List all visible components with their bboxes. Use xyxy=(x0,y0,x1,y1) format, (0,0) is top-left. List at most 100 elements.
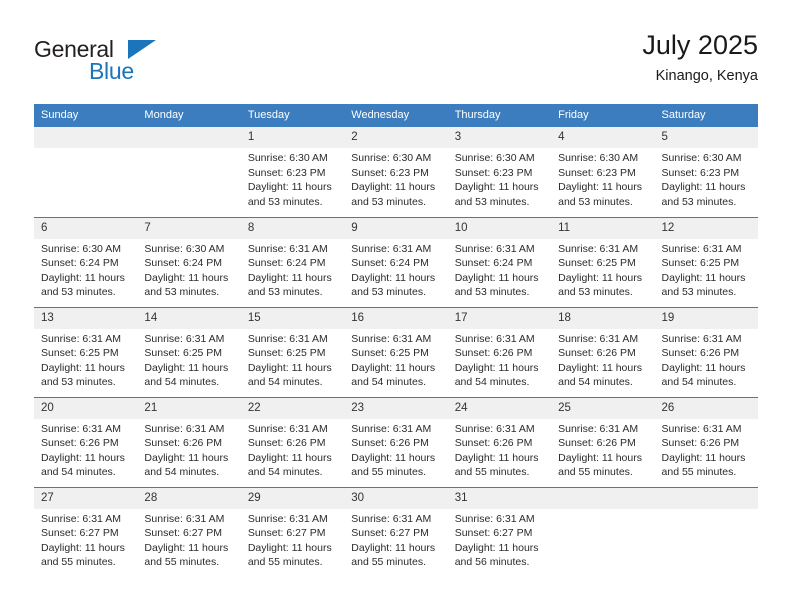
calendar-day-cell[interactable]: 7 Sunrise: 6:30 AM Sunset: 6:24 PM Daylight… xyxy=(137,216,241,307)
calendar-day-cell[interactable]: 16 Sunrise: 6:31 AM Sunset: 6:25 PM Dayligh… xyxy=(344,306,448,397)
day-details: Sunrise: 6:30 AM Sunset: 6:23 PM Daylight:… xyxy=(344,148,447,209)
calendar-day-cell[interactable]: 25 Sunrise: 6:31 AM Sunset: 6:26 PM Dayligh… xyxy=(551,396,655,487)
sunrise-text: Sunrise: 6:31 AM xyxy=(454,332,535,345)
daylight-text: Daylight: 11 hours and 54 minutes. xyxy=(558,361,642,389)
day-number: 18 xyxy=(551,307,655,329)
daylight-text: Daylight: 11 hours and 53 minutes. xyxy=(351,271,436,299)
calendar-body: 1 Sunrise: 6:30 AM Sunset: 6:23 PM Daylight… xyxy=(34,127,758,577)
day-details: Sunrise: 6:31 AM Sunset: 6:25 PM Daylight:… xyxy=(551,239,654,300)
calendar-day-cell[interactable]: 30 Sunrise: 6:31 AM Sunset: 6:27 PM Dayligh… xyxy=(344,486,448,577)
day-number: 28 xyxy=(137,487,241,509)
sunrise-text: Sunrise: 6:31 AM xyxy=(144,422,225,435)
day-number: 11 xyxy=(551,217,655,239)
day-details: Sunrise: 6:31 AM Sunset: 6:24 PM Daylight:… xyxy=(344,239,447,300)
calendar-day-cell[interactable]: 26 Sunrise: 6:31 AM Sunset: 6:26 PM Dayligh… xyxy=(654,396,758,487)
title-block: July 2025 Kinango, Kenya xyxy=(642,28,758,86)
day-number: 5 xyxy=(654,127,758,148)
calendar-week-row: 1 Sunrise: 6:30 AM Sunset: 6:23 PM Daylight… xyxy=(34,127,758,217)
sunrise-text: Sunrise: 6:31 AM xyxy=(351,422,432,435)
calendar-day-cell[interactable]: 13 Sunrise: 6:31 AM Sunset: 6:25 PM Dayligh… xyxy=(34,306,138,397)
day-number: 29 xyxy=(240,487,345,509)
sunrise-text: Sunrise: 6:31 AM xyxy=(454,242,535,255)
calendar-day-cell[interactable]: 18 Sunrise: 6:31 AM Sunset: 6:26 PM Dayligh… xyxy=(551,306,655,397)
daylight-text: Daylight: 11 hours and 54 minutes. xyxy=(247,451,332,479)
sunset-text: Sunset: 6:25 PM xyxy=(144,347,223,359)
calendar-day-cell[interactable]: 6 Sunrise: 6:30 AM Sunset: 6:24 PM Daylight… xyxy=(34,216,138,307)
calendar-day-cell[interactable]: 1 Sunrise: 6:30 AM Sunset: 6:23 PM Daylight… xyxy=(240,127,345,217)
calendar-day-cell[interactable]: 9 Sunrise: 6:31 AM Sunset: 6:24 PM Daylight… xyxy=(344,216,448,307)
calendar-day-cell[interactable]: 19 Sunrise: 6:31 AM Sunset: 6:26 PM Dayligh… xyxy=(654,306,758,397)
calendar-day-cell[interactable]: 3 Sunrise: 6:30 AM Sunset: 6:23 PM Daylight… xyxy=(447,127,552,217)
calendar-day-cell[interactable]: 24 Sunrise: 6:31 AM Sunset: 6:26 PM Dayligh… xyxy=(447,396,552,487)
sunset-text: Sunset: 6:27 PM xyxy=(41,527,119,539)
calendar-cell-empty xyxy=(137,127,241,217)
sunset-text: Sunset: 6:25 PM xyxy=(558,257,636,269)
calendar-day-cell[interactable]: 8 Sunrise: 6:31 AM Sunset: 6:24 PM Daylight… xyxy=(240,216,345,307)
sunrise-text: Sunrise: 6:31 AM xyxy=(351,332,432,345)
daylight-text: Daylight: 11 hours and 53 minutes. xyxy=(558,181,642,208)
sunrise-text: Sunrise: 6:31 AM xyxy=(144,332,225,345)
sunrise-text: Sunrise: 6:31 AM xyxy=(454,422,535,435)
calendar-day-cell[interactable]: 17 Sunrise: 6:31 AM Sunset: 6:26 PM Dayligh… xyxy=(447,306,552,397)
calendar-day-cell[interactable]: 10 Sunrise: 6:31 AM Sunset: 6:24 PM Dayligh… xyxy=(447,216,552,307)
calendar-day-cell[interactable]: 31 Sunrise: 6:31 AM Sunset: 6:27 PM Dayligh… xyxy=(447,486,552,577)
day-number: 6 xyxy=(34,217,138,239)
calendar-day-cell[interactable]: 20 Sunrise: 6:31 AM Sunset: 6:26 PM Dayligh… xyxy=(34,396,138,487)
calendar-day-cell[interactable]: 28 Sunrise: 6:31 AM Sunset: 6:27 PM Dayligh… xyxy=(137,486,241,577)
day-number: 10 xyxy=(447,217,552,239)
sunrise-text: Sunrise: 6:31 AM xyxy=(41,422,121,435)
weekday-header-monday: Monday xyxy=(137,104,241,127)
day-number: 20 xyxy=(34,397,138,419)
sunset-text: Sunset: 6:25 PM xyxy=(661,257,740,269)
daylight-text: Daylight: 11 hours and 54 minutes. xyxy=(144,361,229,389)
sunset-text: Sunset: 6:24 PM xyxy=(454,257,533,269)
sunset-text: Sunset: 6:23 PM xyxy=(351,166,429,179)
sunrise-text: Sunrise: 6:31 AM xyxy=(41,512,121,525)
calendar-day-cell[interactable]: 4 Sunrise: 6:30 AM Sunset: 6:23 PM Daylight… xyxy=(551,127,655,217)
daylight-text: Daylight: 11 hours and 53 minutes. xyxy=(454,271,539,299)
sunset-text: Sunset: 6:24 PM xyxy=(41,257,119,269)
calendar-day-cell[interactable]: 2 Sunrise: 6:30 AM Sunset: 6:23 PM Daylight… xyxy=(344,127,448,217)
calendar-day-cell[interactable]: 27 Sunrise: 6:31 AM Sunset: 6:27 PM Dayligh… xyxy=(34,486,138,577)
daylight-text: Daylight: 11 hours and 54 minutes. xyxy=(351,361,436,389)
calendar-day-cell[interactable]: 14 Sunrise: 6:31 AM Sunset: 6:25 PM Dayligh… xyxy=(137,306,241,397)
daylight-text: Daylight: 11 hours and 53 minutes. xyxy=(558,271,642,299)
day-number: 13 xyxy=(34,307,138,329)
sunrise-text: Sunrise: 6:31 AM xyxy=(558,422,639,435)
day-details: Sunrise: 6:30 AM Sunset: 6:23 PM Daylight:… xyxy=(241,148,344,209)
day-number: 25 xyxy=(551,397,655,419)
calendar-day-cell[interactable]: 12 Sunrise: 6:31 AM Sunset: 6:25 PM Dayligh… xyxy=(654,216,758,307)
calendar-day-cell[interactable]: 5 Sunrise: 6:30 AM Sunset: 6:23 PM Daylight… xyxy=(654,127,758,217)
daylight-text: Daylight: 11 hours and 55 minutes. xyxy=(144,541,229,569)
calendar-day-cell[interactable]: 11 Sunrise: 6:31 AM Sunset: 6:25 PM Dayligh… xyxy=(551,216,655,307)
day-number: 15 xyxy=(240,307,345,329)
daylight-text: Daylight: 11 hours and 54 minutes. xyxy=(247,361,332,389)
calendar-day-cell[interactable]: 22 Sunrise: 6:31 AM Sunset: 6:26 PM Dayligh… xyxy=(240,396,345,487)
day-details: Sunrise: 6:31 AM Sunset: 6:24 PM Daylight:… xyxy=(241,239,344,300)
daylight-text: Daylight: 11 hours and 53 minutes. xyxy=(41,271,125,299)
day-details: Sunrise: 6:31 AM Sunset: 6:26 PM Daylight:… xyxy=(551,419,654,480)
day-details: Sunrise: 6:31 AM Sunset: 6:25 PM Daylight:… xyxy=(34,329,137,390)
sunset-text: Sunset: 6:24 PM xyxy=(351,257,429,269)
daylight-text: Daylight: 11 hours and 53 minutes. xyxy=(247,271,332,299)
daylight-text: Daylight: 11 hours and 54 minutes. xyxy=(41,451,125,479)
calendar-day-cell[interactable]: 23 Sunrise: 6:31 AM Sunset: 6:26 PM Dayligh… xyxy=(344,396,448,487)
general-blue-logo[interactable]: General Blue xyxy=(34,36,164,90)
day-details: Sunrise: 6:30 AM Sunset: 6:24 PM Daylight:… xyxy=(34,239,137,300)
daylight-text: Daylight: 11 hours and 53 minutes. xyxy=(661,181,746,208)
sunrise-text: Sunrise: 6:31 AM xyxy=(247,512,328,525)
day-number xyxy=(654,487,758,509)
day-number: 22 xyxy=(240,397,345,419)
calendar-day-cell[interactable]: 21 Sunrise: 6:31 AM Sunset: 6:26 PM Dayligh… xyxy=(137,396,241,487)
calendar-day-cell[interactable]: 29 Sunrise: 6:31 AM Sunset: 6:27 PM Dayligh… xyxy=(240,486,345,577)
calendar-day-cell[interactable]: 15 Sunrise: 6:31 AM Sunset: 6:25 PM Dayligh… xyxy=(240,306,345,397)
sunset-text: Sunset: 6:27 PM xyxy=(351,527,429,539)
sunrise-text: Sunrise: 6:30 AM xyxy=(144,242,225,255)
day-details: Sunrise: 6:30 AM Sunset: 6:23 PM Daylight:… xyxy=(448,148,551,209)
sunset-text: Sunset: 6:24 PM xyxy=(247,257,326,269)
sunset-text: Sunset: 6:24 PM xyxy=(144,257,223,269)
day-number: 3 xyxy=(447,127,552,148)
sunrise-text: Sunrise: 6:31 AM xyxy=(144,512,225,525)
sunrise-sunset-calendar: Sunday Monday Tuesday Wednesday Thursday… xyxy=(34,104,758,577)
daylight-text: Daylight: 11 hours and 55 minutes. xyxy=(351,451,436,479)
